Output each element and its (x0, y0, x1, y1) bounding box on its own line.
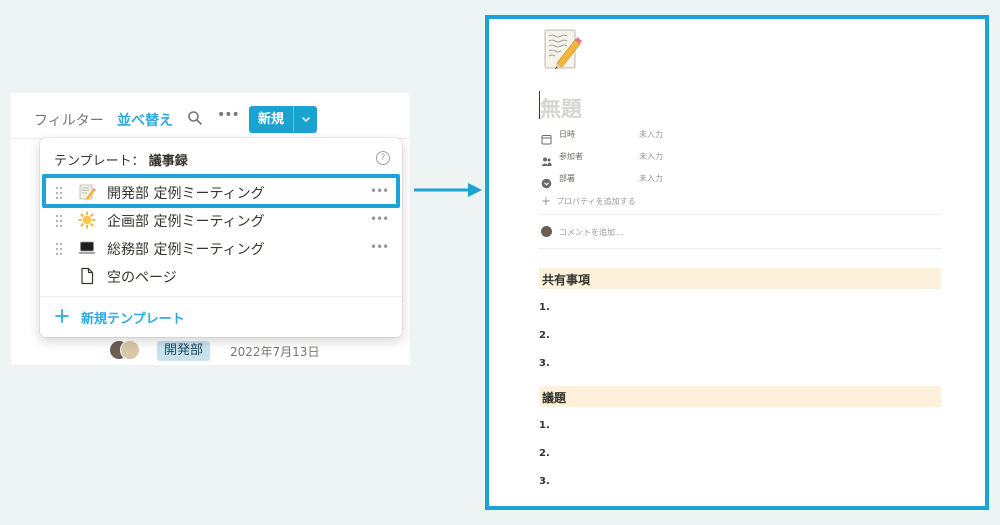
menu-divider (40, 296, 402, 297)
list-item[interactable]: 2. (539, 330, 550, 341)
property-label: 部署 (559, 174, 575, 183)
divider (539, 248, 941, 249)
list-item[interactable]: 3. (539, 358, 550, 369)
document-icon (78, 267, 96, 285)
list-item[interactable]: 1. (539, 420, 550, 431)
more-horizontal-icon[interactable]: ••• (217, 107, 240, 123)
list-item[interactable]: 2. (539, 448, 550, 459)
template-item-general-meeting[interactable]: 総務部 定例ミーティング ••• (40, 234, 402, 262)
template-label: 総務部 定例ミーティング (107, 242, 265, 258)
memo-pencil-icon[interactable] (543, 27, 583, 73)
people-icon (541, 152, 552, 166)
department-tag: 開発部 (157, 341, 211, 361)
new-page-label[interactable]: 新規 (249, 106, 293, 133)
calendar-icon (541, 130, 552, 145)
database-name: 議事録 (148, 154, 188, 169)
avatar (120, 340, 140, 360)
template-label: 企画部 定例ミーティング (107, 214, 265, 230)
section-title: 議題 (542, 391, 567, 405)
divider (539, 214, 941, 215)
sort-button[interactable]: 並べ替え (117, 110, 173, 130)
template-item-empty-page[interactable]: 空のページ (40, 262, 402, 290)
add-property-button[interactable]: + プロパティを追加する (541, 194, 636, 208)
dropdown-header-prefix: テンプレート： (54, 154, 145, 169)
property-row-participants[interactable]: 参加者 未入力 (541, 150, 941, 166)
property-row-date[interactable]: 日時 未入力 (541, 128, 941, 145)
select-icon (541, 174, 552, 189)
more-horizontal-icon[interactable]: ••• (370, 212, 389, 226)
drag-handle-icon[interactable] (55, 213, 63, 228)
drag-handle-icon[interactable] (55, 241, 63, 256)
sun-icon (78, 211, 96, 229)
property-value[interactable]: 未入力 (639, 129, 663, 140)
property-label: 参加者 (559, 152, 583, 161)
avatar-group (109, 340, 140, 360)
dropdown-header: テンプレート： 議事録 (54, 150, 188, 169)
avatar (541, 226, 552, 237)
template-label: 空のページ (107, 270, 177, 286)
page-title[interactable]: 無題 (540, 93, 582, 123)
new-template-label: 新規テンプレート (81, 311, 185, 327)
search-icon[interactable] (187, 110, 203, 126)
section-title: 共有事項 (542, 273, 591, 287)
database-toolbar: フィルター 並べ替え ••• 新規 (11, 93, 410, 139)
property-label: 日時 (559, 130, 575, 139)
arrow-right-icon (412, 180, 484, 200)
property-row-department[interactable]: 部署 未入力 (541, 172, 941, 189)
section-heading-agenda[interactable]: 議題 (539, 386, 941, 407)
more-horizontal-icon[interactable]: ••• (370, 240, 389, 254)
add-comment-field[interactable]: コメントを追加... (541, 224, 841, 240)
selection-highlight (42, 174, 400, 208)
page-preview: 無題 日時 未入力 参加者 未入力 部署 未入力 + プロパティを追加する コメン… (485, 15, 989, 510)
help-circle-icon[interactable]: ? (376, 151, 390, 165)
section-heading-shared-items[interactable]: 共有事項 (539, 268, 941, 289)
comment-placeholder: コメントを追加... (559, 228, 623, 237)
property-value[interactable]: 未入力 (639, 173, 663, 184)
plus-icon (54, 307, 74, 327)
template-dropdown-menu: テンプレート： 議事録 ? 開発部 定例ミーティング ••• 企画部 定例ミーテ… (40, 138, 402, 337)
list-item[interactable]: 1. (539, 302, 550, 313)
date-value: 2022年7月13日 (230, 345, 320, 359)
chevron-down-icon[interactable] (294, 106, 317, 133)
table-row[interactable]: 開発部 2022年7月13日 (11, 338, 410, 362)
laptop-icon (78, 239, 96, 257)
filter-button[interactable]: フィルター (34, 110, 104, 130)
list-item[interactable]: 3. (539, 476, 550, 487)
template-item-planning-meeting[interactable]: 企画部 定例ミーティング ••• (40, 206, 402, 234)
property-value[interactable]: 未入力 (639, 151, 663, 162)
new-template-button[interactable]: 新規テンプレート (54, 306, 185, 328)
plus-icon: + (541, 194, 552, 208)
new-page-button[interactable]: 新規 (249, 106, 317, 133)
add-property-label: プロパティを追加する (556, 197, 636, 206)
